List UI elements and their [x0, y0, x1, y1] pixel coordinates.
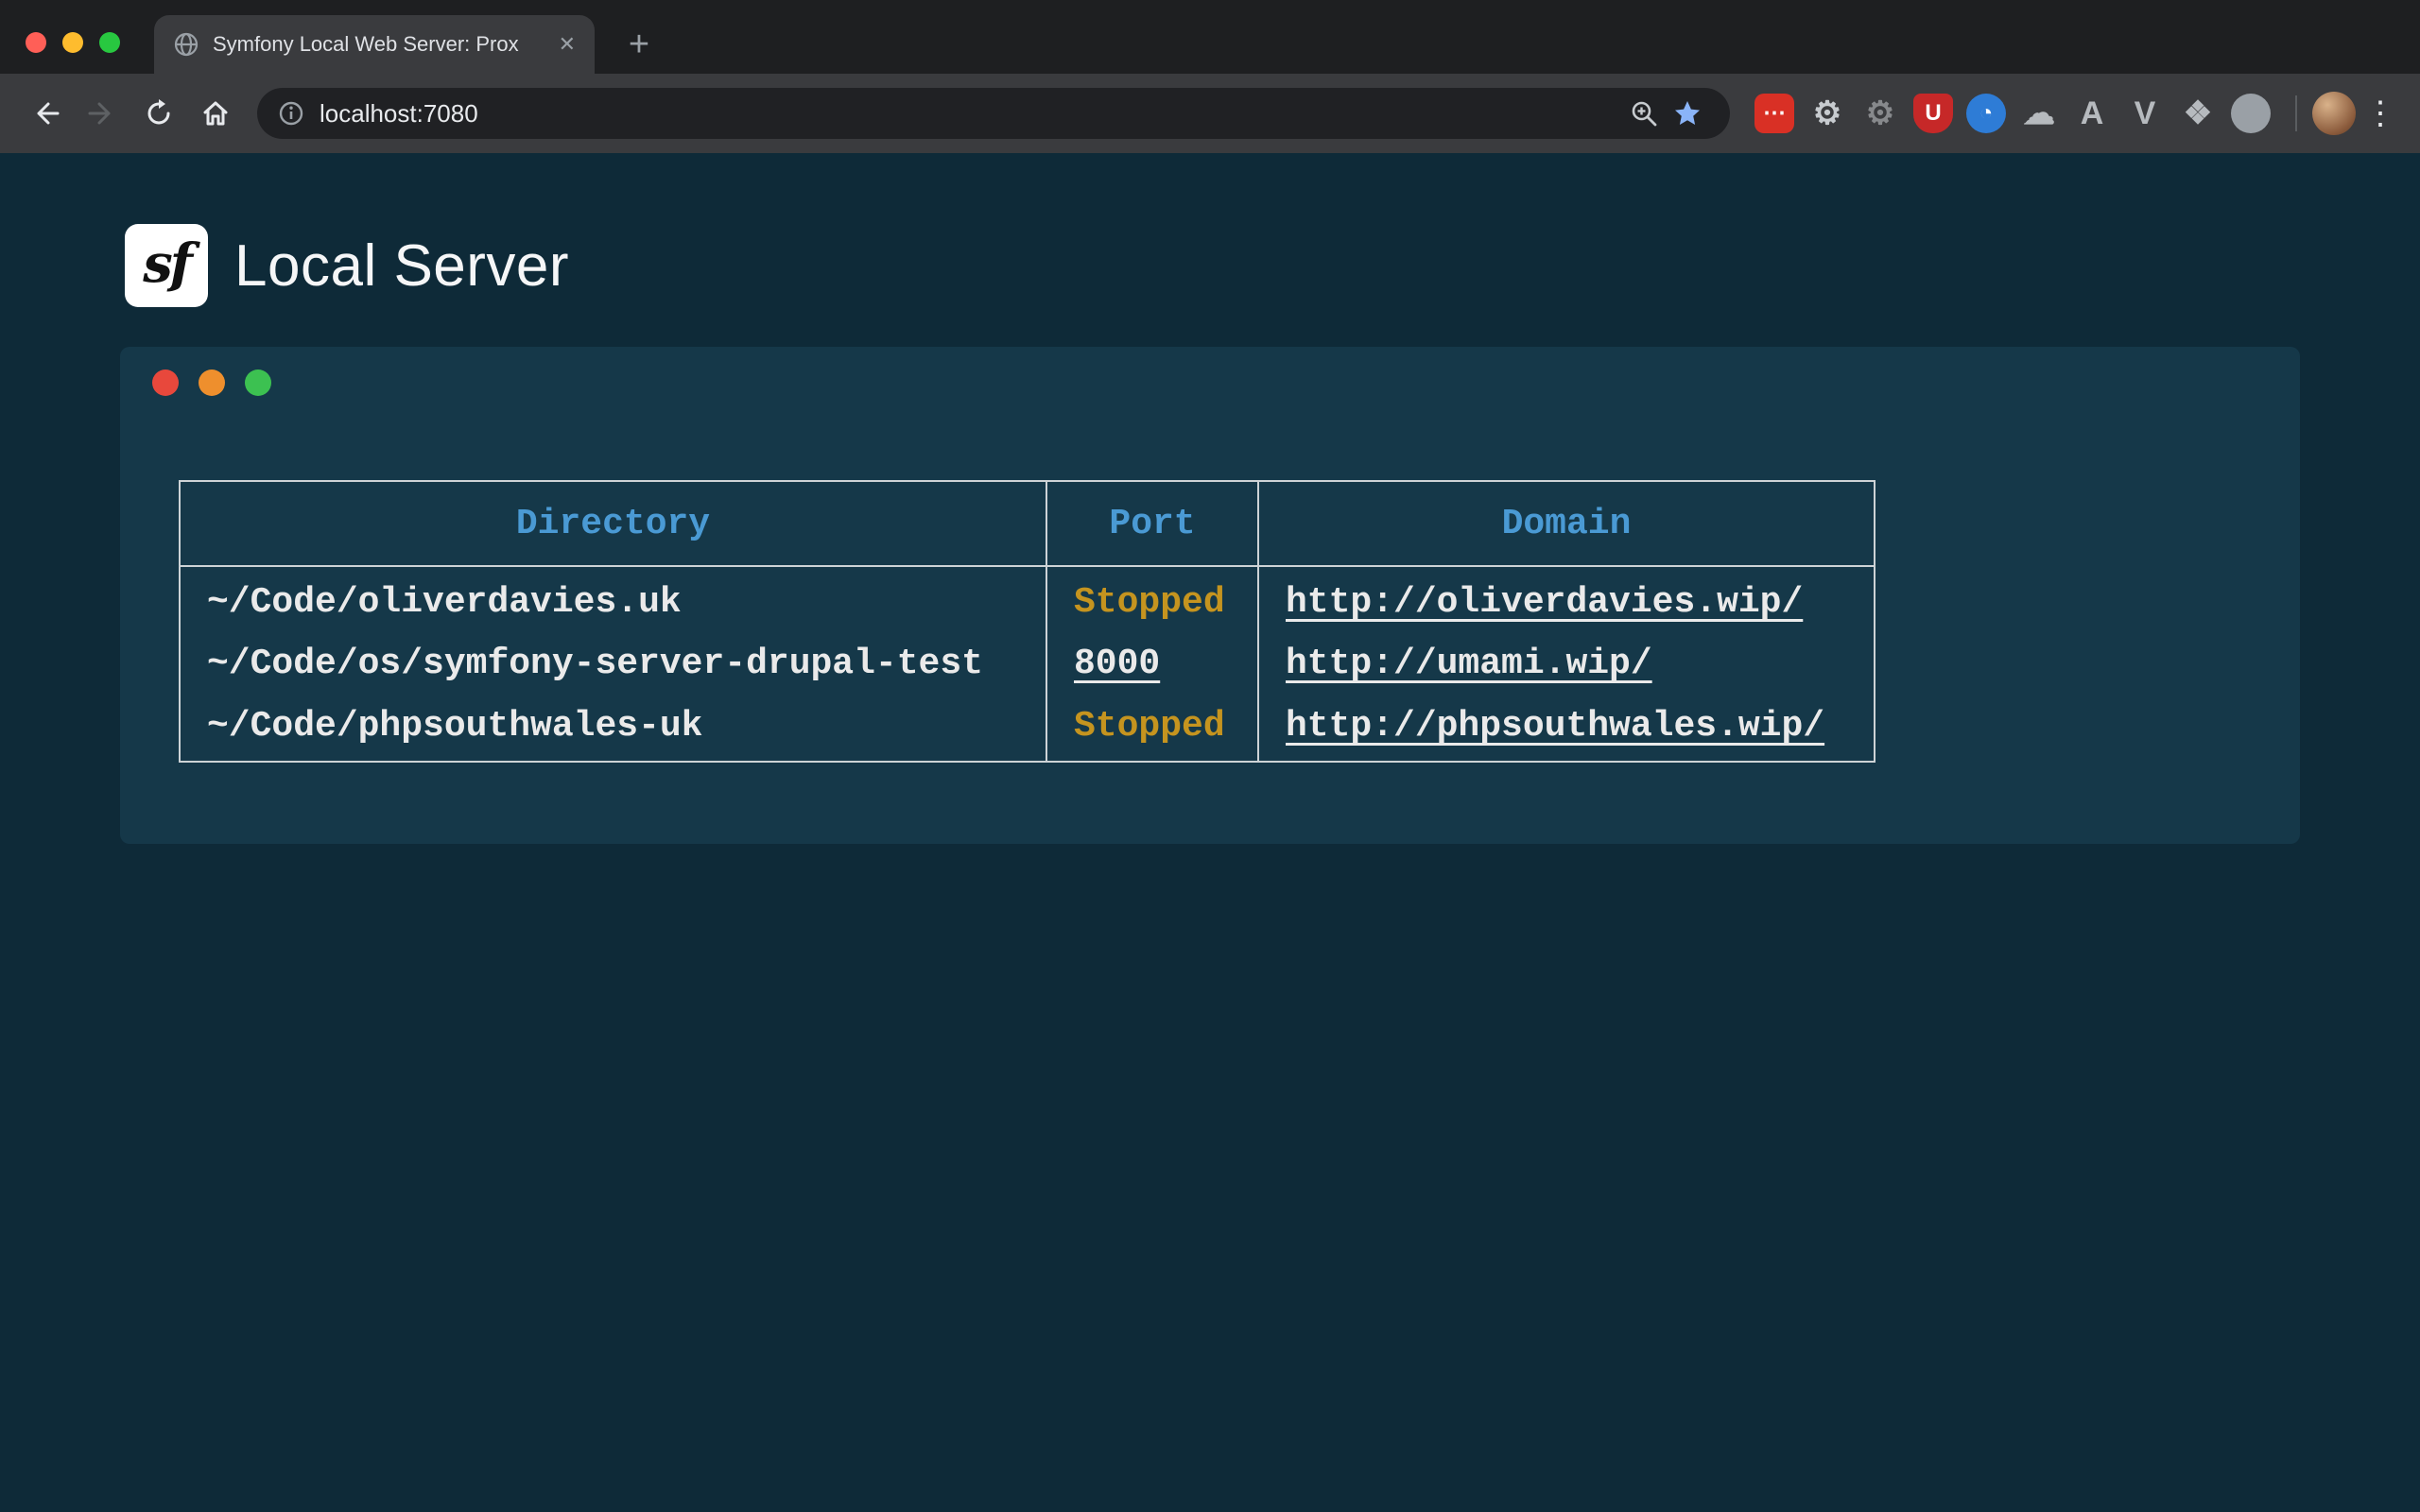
a-extension-icon[interactable]: A: [2072, 94, 2112, 133]
brand-header: sf Local Server: [125, 224, 569, 307]
table-row: ~/Code/os/symfony-server-drupal-test 8000…: [180, 631, 1875, 696]
tab-close-icon[interactable]: ✕: [559, 34, 576, 55]
domain-link[interactable]: http://oliverdavies.wip/: [1286, 582, 1803, 623]
page-title: Local Server: [234, 232, 569, 300]
back-button[interactable]: [19, 87, 72, 140]
port-cell: Stopped: [1046, 566, 1258, 631]
tab-title: Symfony Local Web Server: Prox: [213, 32, 549, 57]
new-tab-button[interactable]: +: [616, 22, 662, 67]
active-tab[interactable]: Symfony Local Web Server: Prox ✕: [154, 15, 595, 74]
extensions-bar: ⋯ ⚙ ⚙ U ◔ ☁ AV ❖: [1754, 94, 2271, 133]
home-icon: [199, 97, 232, 129]
directory-cell: ~/Code/oliverdavies.uk: [180, 566, 1046, 631]
github-extension-icon[interactable]: [2231, 94, 2271, 133]
directory-cell: ~/Code/os/symfony-server-drupal-test: [180, 631, 1046, 696]
toolbar-divider: [2295, 95, 2297, 131]
domain-link[interactable]: http://umami.wip/: [1286, 644, 1652, 684]
close-window-button[interactable]: [26, 32, 46, 53]
url-text[interactable]: localhost:7080: [320, 99, 478, 129]
back-arrow-icon: [29, 97, 61, 129]
traffic-lights: [26, 32, 120, 53]
bookmark-button[interactable]: [1666, 92, 1709, 135]
red-dots-extension-icon[interactable]: ⋯: [1754, 94, 1794, 133]
proxy-table: Directory Port Domain ~/Code/oliverdavie…: [179, 480, 1876, 763]
symfony-logo-text: sf: [143, 232, 190, 295]
globe-favicon-icon: [173, 31, 199, 58]
reload-icon: [143, 97, 175, 129]
port-header: Port: [1046, 481, 1258, 566]
domain-link[interactable]: http://phpsouthwales.wip/: [1286, 706, 1824, 747]
home-button[interactable]: [189, 87, 242, 140]
domain-header: Domain: [1258, 481, 1875, 566]
browser-toolbar: localhost:7080 ⋯ ⚙ ⚙ U ◔ ☁ AV ❖ ⋮: [0, 74, 2420, 153]
gear-dark-extension-icon[interactable]: ⚙: [1860, 94, 1900, 133]
forward-button[interactable]: [76, 87, 129, 140]
domain-cell: http://phpsouthwales.wip/: [1258, 696, 1875, 762]
forward-arrow-icon: [86, 97, 118, 129]
port-status: Stopped: [1074, 706, 1225, 747]
domain-cell: http://oliverdavies.wip/: [1258, 566, 1875, 631]
page-content: sf Local Server Directory Port Domain ~/…: [0, 153, 2420, 1512]
card-dots: [152, 369, 271, 396]
minimize-window-button[interactable]: [62, 32, 83, 53]
cloud-extension-icon[interactable]: ☁: [2019, 94, 2059, 133]
table-row: ~/Code/phpsouthwales-uk Stopped http://php…: [180, 696, 1875, 762]
card-dot-0: [152, 369, 179, 396]
domain-cell: http://umami.wip/: [1258, 631, 1875, 696]
server-card: Directory Port Domain ~/Code/oliverdavie…: [120, 347, 2300, 844]
misc-extension-icon[interactable]: ❖: [2178, 94, 2218, 133]
reload-button[interactable]: [132, 87, 185, 140]
card-dot-1: [199, 369, 225, 396]
directory-cell: ~/Code/phpsouthwales-uk: [180, 696, 1046, 762]
zoom-magnifier-icon: [1630, 99, 1658, 128]
blue-circle-extension-icon[interactable]: ◔: [1966, 94, 2006, 133]
browser-menu-button[interactable]: ⋮: [2360, 87, 2401, 140]
ublock-extension-icon[interactable]: U: [1913, 94, 1953, 133]
port-link[interactable]: 8000: [1074, 644, 1160, 684]
tab-strip: Symfony Local Web Server: Prox ✕ +: [0, 0, 2420, 74]
zoom-window-button[interactable]: [99, 32, 120, 53]
card-dot-2: [245, 369, 271, 396]
proxy-table-body: ~/Code/oliverdavies.uk Stopped http://oliv…: [180, 566, 1875, 762]
bookmark-star-icon: [1673, 99, 1702, 128]
gear-light-extension-icon[interactable]: ⚙: [1807, 94, 1847, 133]
site-info-icon[interactable]: [278, 100, 304, 127]
proxy-table-wrap: Directory Port Domain ~/Code/oliverdavie…: [179, 480, 1876, 763]
port-cell: 8000: [1046, 631, 1258, 696]
zoom-button[interactable]: [1622, 92, 1666, 135]
address-bar[interactable]: localhost:7080: [257, 88, 1730, 139]
port-cell: Stopped: [1046, 696, 1258, 762]
table-row: ~/Code/oliverdavies.uk Stopped http://oliv…: [180, 566, 1875, 631]
table-header-row: Directory Port Domain: [180, 481, 1875, 566]
directory-header: Directory: [180, 481, 1046, 566]
port-status: Stopped: [1074, 582, 1225, 623]
profile-avatar[interactable]: [2312, 92, 2356, 135]
symfony-logo: sf: [125, 224, 208, 307]
v-extension-icon[interactable]: V: [2125, 94, 2165, 133]
